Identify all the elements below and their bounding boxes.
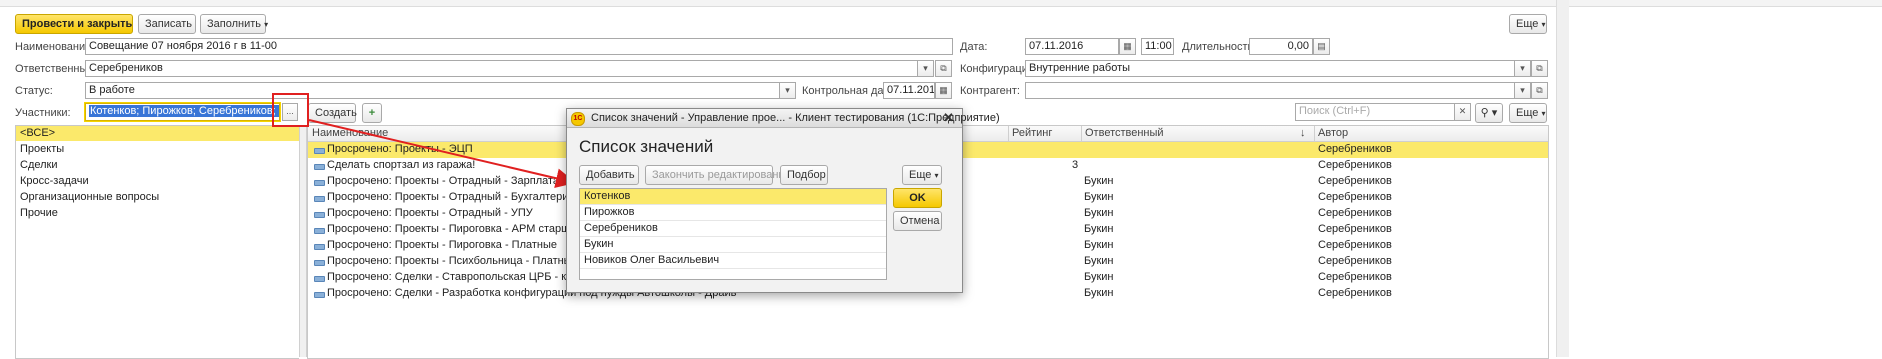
list-item[interactable]: Котенков — [580, 189, 886, 205]
dialog-titlebar: 1C Список значений - Управление прое... … — [567, 109, 1000, 128]
dialog-more-button[interactable]: Еще ▾ — [902, 165, 942, 185]
list-item-label: Серебреников — [584, 222, 658, 234]
app-1c-icon: 1C — [571, 112, 585, 126]
list-item-label: Новиков Олег Васильевич — [584, 254, 720, 266]
ok-button[interactable]: OK — [893, 188, 942, 208]
list-item[interactable]: Букин — [580, 237, 886, 253]
list-item-label: Букин — [584, 238, 614, 250]
list-item[interactable]: Пирожков — [580, 205, 886, 221]
dialog-title: Список значений - Управление прое... - К… — [591, 112, 1000, 124]
dialog-more-label: Еще — [909, 169, 932, 181]
list-item-label: Пирожков — [584, 206, 635, 218]
list-item[interactable]: Новиков Олег Васильевич — [580, 253, 886, 269]
value-list-dialog: 1C Список значений - Управление прое... … — [566, 108, 1000, 293]
list-item[interactable]: Серебреников — [580, 221, 886, 237]
dialog-heading: Список значений — [579, 137, 714, 156]
finish-edit-button[interactable]: Закончить редактирование — [645, 165, 791, 185]
list-item-label: Котенков — [584, 190, 631, 202]
cancel-button[interactable]: Отмена — [893, 211, 942, 231]
pick-button[interactable]: Подбор — [780, 165, 828, 185]
chevron-down-icon: ▾ — [934, 171, 939, 180]
value-list: Котенков Пирожков Серебреников Букин Нов… — [579, 188, 887, 280]
close-icon[interactable]: ✕ — [943, 110, 954, 126]
add-button[interactable]: Добавить — [579, 165, 639, 185]
